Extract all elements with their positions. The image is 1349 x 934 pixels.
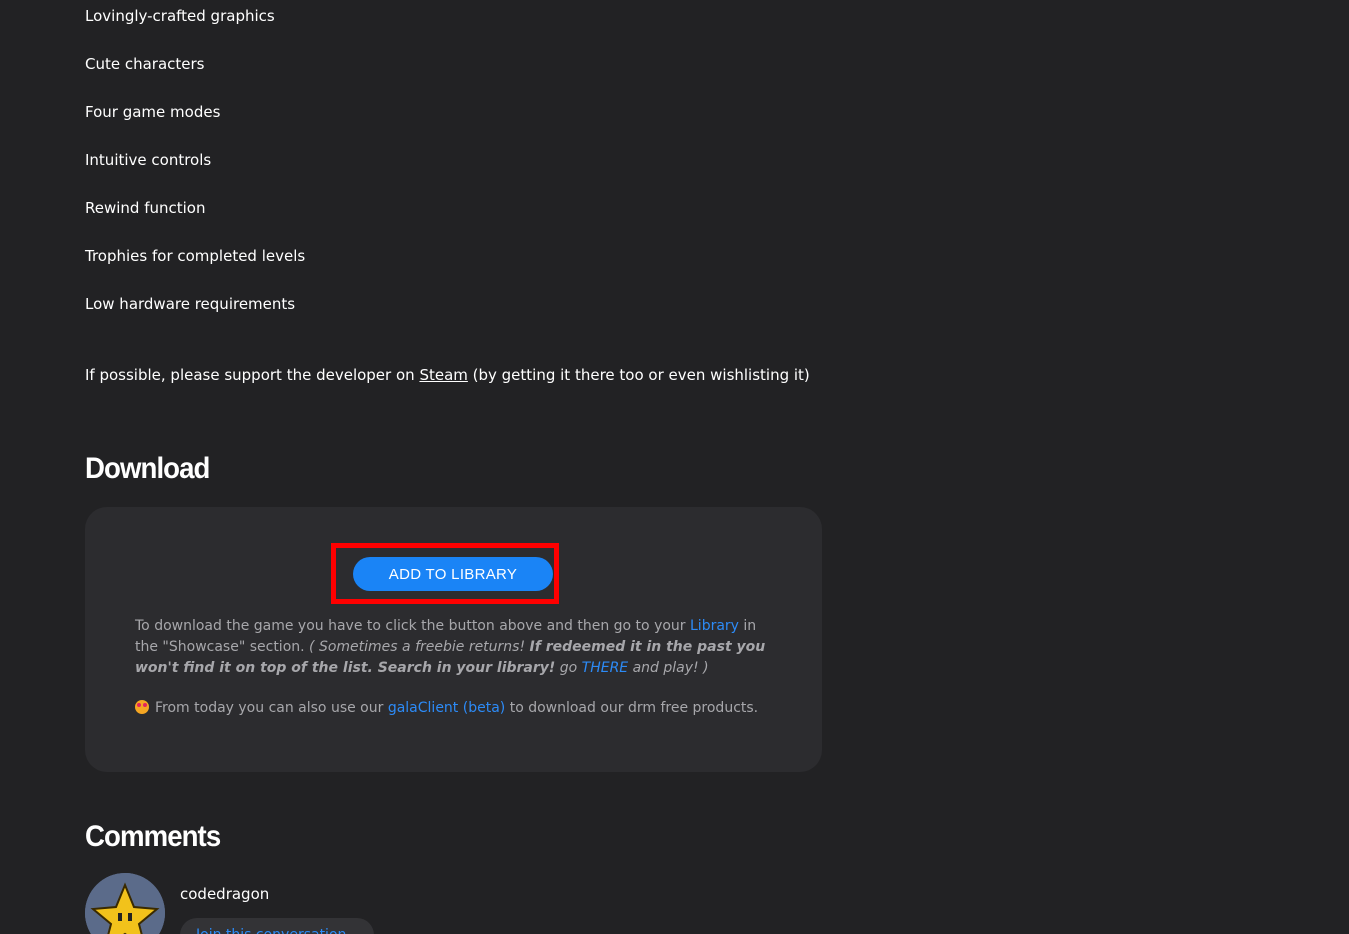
support-prefix: If possible, please support the develope… (85, 366, 420, 384)
instructions-italic-2: go (555, 660, 582, 676)
comment-username[interactable]: codedragon (180, 885, 269, 903)
download-panel: ADD TO LIBRARY To download the game you … (85, 507, 822, 772)
library-link[interactable]: Library (690, 618, 739, 634)
instructions-italic-3: and play! ) (628, 660, 709, 676)
gala-suffix: to download our drm free products. (505, 700, 759, 716)
feature-item: Intuitive controls (85, 151, 212, 169)
comments-heading: Comments (85, 820, 221, 853)
feature-item: Four game modes (85, 103, 221, 121)
steam-link[interactable]: Steam (419, 366, 467, 384)
feature-item: Lovingly-crafted graphics (85, 7, 275, 25)
instructions-text-1: To download the game you have to click t… (135, 618, 690, 634)
support-suffix: (by getting it there too or even wishlis… (467, 366, 810, 384)
galaclient-link[interactable]: galaClient (beta) (388, 700, 505, 716)
galaclient-note: From today you can also use our galaClie… (135, 700, 758, 716)
add-to-library-button[interactable]: ADD TO LIBRARY (353, 557, 553, 591)
there-link[interactable]: THERE (582, 660, 629, 676)
feature-item: Rewind function (85, 199, 206, 217)
join-conversation-button[interactable]: Join this conversation (180, 918, 374, 934)
instructions-italic-1: ( Sometimes a freebie returns! (309, 639, 530, 655)
star-avatar-icon (85, 873, 165, 934)
download-instructions: To download the game you have to click t… (135, 616, 775, 679)
star-eyes-emoji-icon (135, 700, 149, 714)
support-text: If possible, please support the develope… (85, 366, 810, 384)
gala-prefix: From today you can also use our (155, 700, 388, 716)
avatar[interactable] (85, 873, 165, 934)
feature-item: Cute characters (85, 55, 205, 73)
feature-item: Trophies for completed levels (85, 247, 306, 265)
feature-item: Low hardware requirements (85, 295, 296, 313)
download-heading: Download (85, 452, 210, 485)
page: Lovingly-crafted graphics Cute character… (0, 0, 1349, 934)
